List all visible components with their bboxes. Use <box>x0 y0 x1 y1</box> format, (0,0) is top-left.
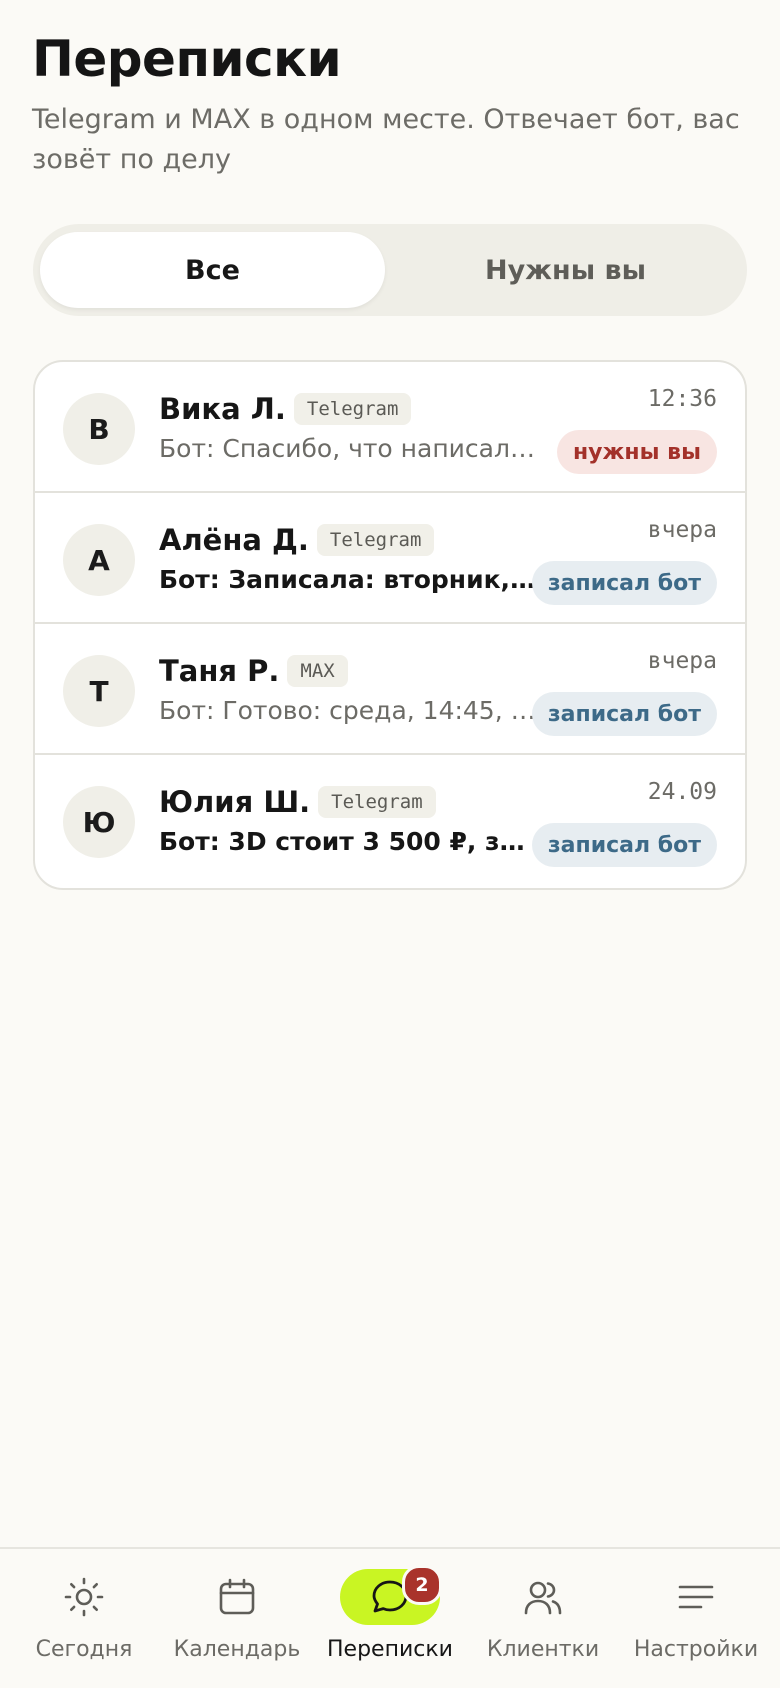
sun-icon <box>34 1569 134 1625</box>
tab-label: Клиентки <box>486 1637 600 1662</box>
tab-clients[interactable]: Клиентки <box>465 1549 621 1688</box>
chat-row[interactable]: Ю Юлия Ш. Telegram Бот: 3D стоит 3 500 ₽… <box>35 755 745 886</box>
page-title: Переписки <box>32 30 342 88</box>
filter-need-you-button[interactable]: Нужны вы <box>393 232 738 308</box>
chat-row[interactable]: В Вика Л. Telegram Бот: Спасибо, что нап… <box>35 362 745 493</box>
tab-calendar[interactable]: Календарь <box>159 1549 315 1688</box>
message-time: вчера <box>647 517 717 543</box>
chat-row[interactable]: Т Таня Р. MAX Бот: Готово: среда, 14:45,… <box>35 624 745 755</box>
last-message: Бот: 3D стоит 3 500 ₽, записать вас? <box>159 827 539 856</box>
message-time: вчера <box>647 648 717 674</box>
bottom-tab-bar: Сегодня Календарь Переписки Клиентки Нас… <box>0 1547 780 1688</box>
message-time: 12:36 <box>647 386 717 412</box>
contact-name: Вика Л. <box>159 392 286 426</box>
tab-today[interactable]: Сегодня <box>6 1549 162 1688</box>
tab-label: Переписки <box>327 1637 453 1662</box>
status-badge: записал бот <box>531 561 717 605</box>
source-tag: Telegram <box>293 393 412 425</box>
contact-name: Алёна Д. <box>159 523 309 557</box>
tab-label: Календарь <box>173 1637 301 1662</box>
last-message: Бот: Готово: среда, 14:45, ждём вас <box>159 696 539 725</box>
tab-label: Сегодня <box>35 1637 133 1662</box>
source-tag: Telegram <box>318 786 436 818</box>
source-tag: MAX <box>287 655 348 687</box>
last-message: Бот: Спасибо, что написали. Мастер скоро… <box>159 434 539 463</box>
contact-name-wrap: Юлия Ш. Telegram <box>159 785 436 819</box>
notification-badge: 2 <box>402 1565 442 1605</box>
contact-name: Юлия Ш. <box>159 785 311 819</box>
status-badge: записал бот <box>531 823 717 867</box>
contact-name-wrap: Вика Л. Telegram <box>159 392 412 426</box>
chat-list: В Вика Л. Telegram Бот: Спасибо, что нап… <box>33 360 747 890</box>
avatar: А <box>63 524 135 596</box>
contact-name: Таня Р. <box>159 654 280 688</box>
message-time: 24.09 <box>647 779 717 805</box>
page-subtitle: Telegram и MAX в одном месте. Отвечает б… <box>32 104 740 175</box>
tab-chats[interactable]: Переписки <box>312 1549 468 1688</box>
tab-label: Настройки <box>633 1637 759 1662</box>
status-badge: записал бот <box>531 692 717 736</box>
menu-lines-icon <box>646 1569 746 1625</box>
chat-row[interactable]: А Алёна Д. Telegram Бот: Записала: вторн… <box>35 493 745 624</box>
avatar: В <box>63 393 135 465</box>
filter-all-button[interactable]: Все <box>40 232 385 308</box>
users-icon <box>493 1569 593 1625</box>
source-tag: Telegram <box>316 524 435 556</box>
last-message: Бот: Записала: вторник, 11:00 <box>159 565 539 594</box>
contact-name-wrap: Таня Р. MAX <box>159 654 348 688</box>
avatar: Ю <box>63 786 135 858</box>
avatar: Т <box>63 655 135 727</box>
filter-segmented-control: Все Нужны вы <box>33 224 747 316</box>
tab-settings[interactable]: Настройки <box>618 1549 774 1688</box>
calendar-icon <box>187 1569 287 1625</box>
status-badge: нужны вы <box>556 430 717 474</box>
contact-name-wrap: Алёна Д. Telegram <box>159 523 435 557</box>
